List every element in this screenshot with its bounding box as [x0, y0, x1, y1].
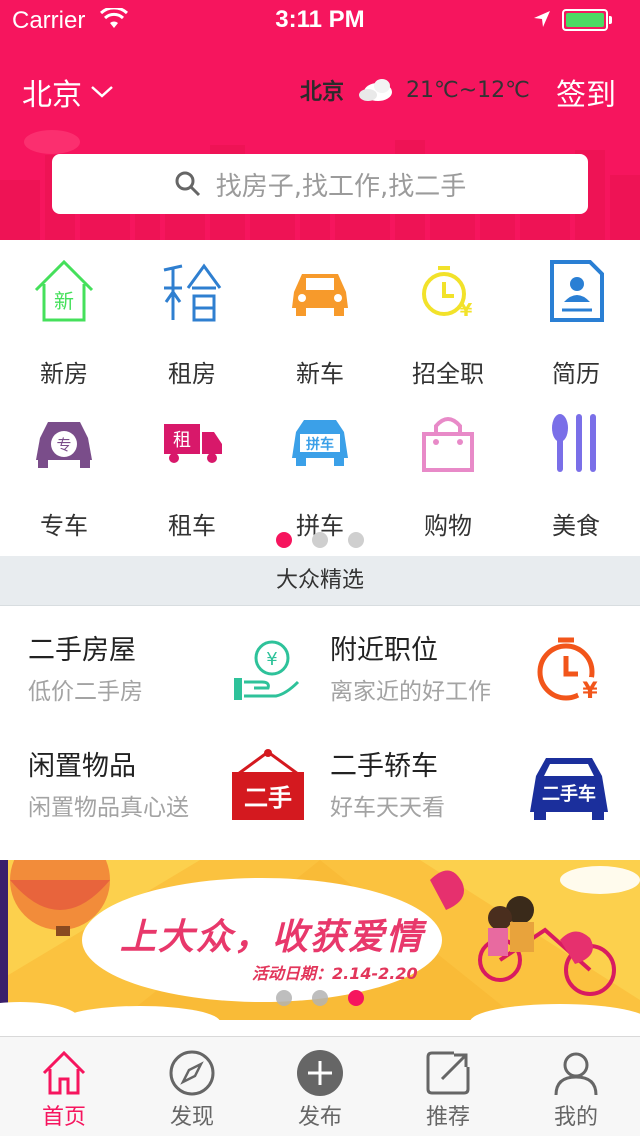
- category-shopping[interactable]: 购物: [384, 398, 512, 548]
- new-car-icon: [292, 274, 348, 316]
- resume-icon: [550, 260, 604, 322]
- category-label: 美食: [552, 512, 600, 540]
- city-selector[interactable]: 北京: [22, 70, 114, 114]
- category-label: 租房: [168, 360, 216, 388]
- svg-text:二手车: 二手车: [542, 783, 596, 805]
- category-label: 新房: [40, 360, 88, 388]
- money-hand-icon: ¥: [234, 640, 300, 700]
- featured-title: 闲置物品: [28, 751, 136, 782]
- tab-label: 推荐: [425, 1105, 470, 1130]
- header: Carrier 3:11 PM 北京 北京 21℃~12℃ 签到 找房子,找工作…: [0, 0, 640, 240]
- category-grid: 新 新房 租房 新车 ¥ 招全职 简历 专 专车 租 租车 拼车 拼车 购物 美…: [0, 246, 640, 556]
- featured-title: 二手房屋: [28, 635, 136, 666]
- search-placeholder: 找房子,找工作,找二手: [215, 171, 467, 202]
- tab-label: 我的: [553, 1105, 598, 1130]
- section-title: 大众精选: [0, 556, 640, 606]
- cloud-icon: [359, 79, 393, 101]
- used-car-icon: 二手车: [530, 758, 608, 820]
- featured-title: 附近职位: [330, 635, 438, 666]
- banner-date: 活动日期：2.14-2.20: [252, 964, 418, 983]
- search-bar[interactable]: 找房子,找工作,找二手: [52, 154, 588, 214]
- fulltime-job-icon: ¥: [422, 266, 473, 321]
- location-arrow-icon: [534, 11, 550, 27]
- category-label: 简历: [552, 360, 600, 388]
- category-food[interactable]: 美食: [512, 398, 640, 548]
- svg-text:租: 租: [173, 430, 191, 451]
- home-icon: [42, 1050, 86, 1095]
- banner-page-indicator[interactable]: [276, 990, 364, 1006]
- clock-yen-icon: ¥: [537, 637, 603, 704]
- tab-mine[interactable]: 我的: [512, 1037, 640, 1136]
- tab-discover[interactable]: 发现: [128, 1037, 256, 1136]
- status-bar: Carrier 3:11 PM: [0, 0, 640, 40]
- category-page-indicator[interactable]: [276, 532, 364, 548]
- rent-truck-icon: 租: [164, 424, 222, 463]
- signin-button[interactable]: 签到: [556, 70, 616, 114]
- weather-widget[interactable]: 北京 21℃~12℃: [300, 74, 530, 106]
- user-icon: [554, 1052, 598, 1096]
- svg-text:¥: ¥: [460, 300, 473, 321]
- battery-icon: [562, 9, 612, 31]
- category-new-car[interactable]: 新车: [256, 246, 384, 396]
- category-fulltime-job[interactable]: ¥ 招全职: [384, 246, 512, 396]
- rent-house-icon: [163, 263, 222, 322]
- category-private-car[interactable]: 专 专车: [0, 398, 128, 548]
- tab-bar: 首页 发现 发布 推荐 我的: [0, 1036, 640, 1136]
- tab-label: 发现: [169, 1105, 214, 1130]
- chevron-down-icon: [91, 86, 113, 98]
- category-label: 租车: [168, 512, 216, 540]
- new-house-icon: 新: [34, 259, 94, 322]
- featured-nearby-jobs[interactable]: 附近职位 离家近的好工作 ¥: [330, 628, 620, 728]
- private-car-icon: 专: [36, 422, 92, 468]
- category-label: 购物: [424, 512, 472, 540]
- plus-circle-icon: [297, 1050, 343, 1096]
- weather-city: 北京: [300, 80, 345, 105]
- featured-used-cars[interactable]: 二手轿车 好车天天看 二手车: [330, 744, 620, 844]
- banner-page-dot[interactable]: [276, 990, 292, 1006]
- svg-text:专: 专: [56, 436, 71, 454]
- featured-title: 二手轿车: [330, 751, 438, 782]
- banner-page-dot-active[interactable]: [348, 990, 364, 1006]
- tab-label: 发布: [297, 1105, 342, 1130]
- category-carpool[interactable]: 拼车 拼车: [256, 398, 384, 548]
- tab-recommend[interactable]: 推荐: [384, 1037, 512, 1136]
- category-label: 新车: [296, 360, 344, 388]
- banner-page-dot[interactable]: [312, 990, 328, 1006]
- featured-subtitle: 好车天天看: [330, 795, 445, 821]
- share-icon: [426, 1051, 470, 1095]
- city-label: 北京: [22, 78, 82, 113]
- category-rent-truck[interactable]: 租 租车: [128, 398, 256, 548]
- tab-publish[interactable]: 发布: [256, 1037, 384, 1136]
- svg-text:新: 新: [54, 289, 74, 313]
- featured-secondhand-house[interactable]: 二手房屋 低价二手房 ¥: [28, 628, 318, 728]
- tab-home[interactable]: 首页: [0, 1037, 128, 1136]
- svg-text:拼车: 拼车: [306, 436, 334, 453]
- compass-icon: [169, 1050, 215, 1096]
- shopping-bag-icon: [422, 417, 474, 472]
- featured-idle-items[interactable]: 闲置物品 闲置物品真心送 二手: [28, 744, 318, 844]
- featured-subtitle: 离家近的好工作: [330, 679, 491, 705]
- tab-label: 首页: [41, 1105, 86, 1130]
- promo-banner[interactable]: 上大众，收获爱情 活动日期：2.14-2.20: [0, 860, 640, 1020]
- banner-slogan: 上大众，收获爱情: [120, 916, 425, 958]
- featured-subtitle: 低价二手房: [28, 679, 143, 705]
- page-dot[interactable]: [312, 532, 328, 548]
- svg-text:二手: 二手: [244, 784, 292, 812]
- temperature-range: 21℃~12℃: [406, 77, 530, 103]
- secondhand-sign-icon: 二手: [232, 749, 304, 820]
- category-new-house[interactable]: 新 新房: [0, 246, 128, 396]
- svg-text:¥: ¥: [266, 649, 277, 670]
- page-dot[interactable]: [348, 532, 364, 548]
- search-icon: [175, 171, 200, 197]
- page-dot-active[interactable]: [276, 532, 292, 548]
- svg-text:¥: ¥: [582, 679, 598, 704]
- food-utensils-icon: [552, 414, 596, 472]
- carpool-icon: 拼车: [292, 420, 348, 466]
- category-resume[interactable]: 简历: [512, 246, 640, 396]
- featured-subtitle: 闲置物品真心送: [28, 795, 189, 821]
- category-label: 专车: [40, 512, 88, 540]
- category-label: 招全职: [412, 360, 484, 388]
- category-rent-house[interactable]: 租房: [128, 246, 256, 396]
